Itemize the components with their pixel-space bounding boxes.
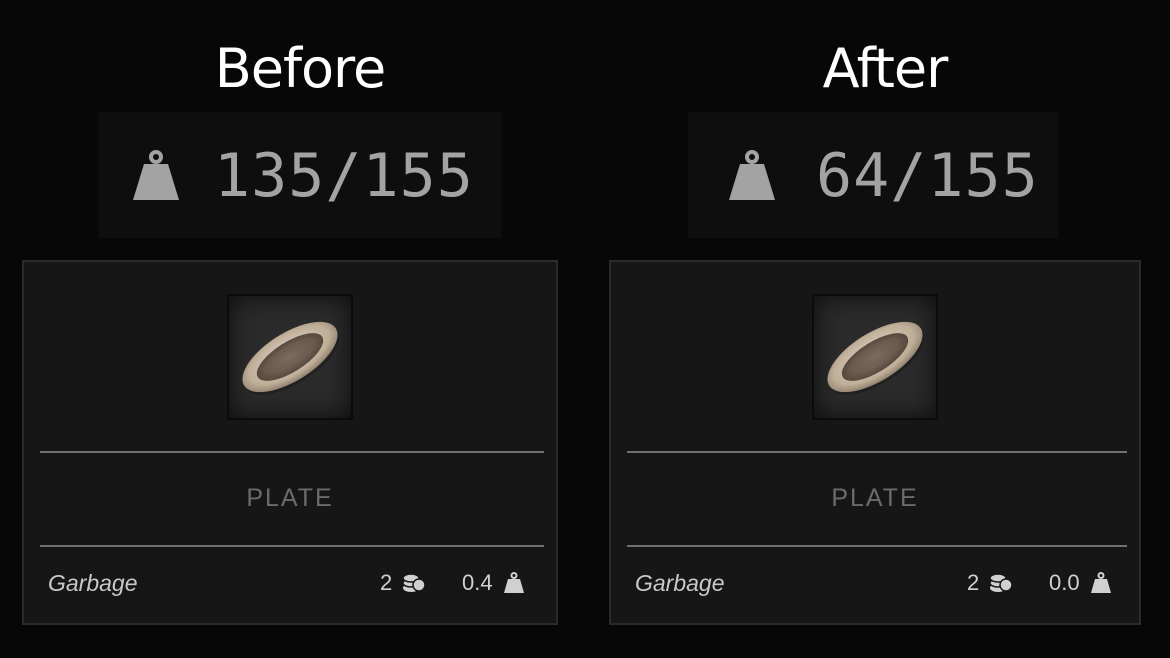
item-value: 2 — [967, 570, 980, 595]
item-value: 2 — [380, 570, 393, 595]
item-name: PLATE — [246, 484, 334, 512]
before-panel: Before 135/155 PLATE Garbage 2 0.4 — [0, 0, 585, 658]
carry-weight-value: 135/155 — [214, 141, 474, 211]
item-value-stat: 2 — [380, 566, 426, 600]
after-panel: After 64/155 PLATE Garbage 2 0.0 — [585, 0, 1170, 658]
weight-icon — [729, 150, 775, 200]
item-category: Garbage — [48, 570, 138, 596]
divider-bottom — [627, 545, 1127, 547]
carry-weight-display: 135/155 — [98, 112, 502, 238]
item-name: PLATE — [831, 484, 919, 512]
divider-bottom — [40, 545, 544, 547]
plate-icon — [242, 321, 340, 395]
item-card[interactable]: PLATE Garbage 2 0.0 — [609, 260, 1141, 625]
coins-icon — [989, 573, 1013, 592]
after-heading: After — [822, 37, 949, 100]
item-weight-stat: 0.0 — [1049, 566, 1112, 600]
carry-weight-value: 64/155 — [816, 141, 1039, 211]
item-category: Garbage — [635, 570, 725, 596]
weight-icon — [133, 150, 179, 200]
item-card[interactable]: PLATE Garbage 2 0.4 — [22, 260, 558, 625]
weight-icon — [1090, 572, 1111, 593]
item-weight-stat: 0.4 — [462, 566, 525, 600]
coins-icon — [402, 573, 426, 592]
divider-top — [627, 451, 1127, 453]
item-image-frame — [227, 294, 353, 420]
weight-icon — [503, 572, 524, 593]
divider-top — [40, 451, 544, 453]
before-heading: Before — [214, 37, 387, 100]
item-image-frame — [812, 294, 938, 420]
item-weight: 0.0 — [1049, 570, 1080, 595]
item-weight: 0.4 — [462, 570, 493, 595]
plate-icon — [827, 321, 925, 395]
item-value-stat: 2 — [967, 566, 1013, 600]
carry-weight-display: 64/155 — [688, 112, 1058, 238]
